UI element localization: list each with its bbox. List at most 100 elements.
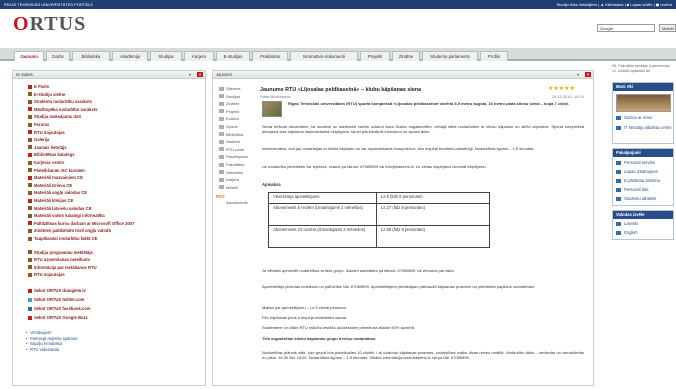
social-link[interactable]: Sekot ORTUS draugiem.lv [28, 288, 86, 293]
tab-parlaments[interactable]: Studentu parlaments [422, 51, 478, 61]
close-icon[interactable]: ✕ [197, 72, 203, 77]
is-link[interactable]: Karjeras centrs [28, 160, 65, 165]
tab-akademija[interactable]: Akadēmija [112, 51, 148, 61]
news-category-item[interactable]: Sports [216, 123, 253, 131]
info-link[interactable]: Informācija par Iestāšanos RTU [28, 265, 97, 270]
footer-bullet-link[interactable]: Pasniegt reģistra spārnas [26, 336, 78, 341]
tab-praktiskas[interactable]: Praktiskās [252, 51, 288, 61]
tab-jaunumi[interactable]: Jaunumi [14, 51, 44, 61]
news-paragraph-8: Studentiem un citām RTU mācību iestāžu a… [262, 325, 416, 330]
news-category-item[interactable]: Pasniegums [216, 153, 253, 161]
info-link[interactable]: Studiju programmu meklētājs [28, 250, 93, 255]
lang-english[interactable]: English [616, 230, 638, 235]
is-link[interactable]: E-studiju vietne [27, 92, 65, 97]
news-headline[interactable]: Jaunums RTU «Lījosalas peldbaseinā» – kl… [260, 87, 490, 93]
prices-label: Apmaksa [262, 182, 281, 187]
lang-latvian[interactable]: Latviski [616, 221, 638, 226]
news-category-item[interactable]: Studijas [216, 93, 253, 101]
social-link[interactable]: Sekot ORTUS Google Buzz [28, 315, 88, 320]
is-link[interactable]: Mācībspēka nodarbību saraksts [28, 107, 98, 112]
top-links[interactable]: Studiju links lietotājiem | ▲ Kārtošana … [556, 2, 672, 7]
tab-karjera[interactable]: Karjera [184, 51, 214, 61]
footer-bullet-link[interactable]: Vecākajiem [26, 330, 52, 335]
table-row: Abonements 10 reizēm (izmantojams 3 mēne… [268, 225, 490, 248]
my-tools-box: Mani rīki [612, 82, 674, 144]
is-link[interactable]: Jaunais lietotājs [28, 145, 67, 150]
footer-bullet-link[interactable]: RTU vidusskola [26, 347, 59, 352]
is-link[interactable]: Forums [27, 122, 49, 127]
is-link[interactable]: Materiāli Krievu CE [27, 183, 72, 188]
tab-zinatne[interactable]: Zinātne [392, 51, 420, 61]
search-button[interactable]: Meklēt [659, 24, 676, 32]
news-category-item[interactable]: RTU pasē [216, 146, 253, 154]
is-link[interactable]: Materiāli ķīmijas CE [27, 198, 73, 203]
rating-stars[interactable]: ★★★★★ [548, 85, 575, 92]
news-paragraph-5: Apmeklētāju plūsmas noteikumi un palīdzī… [262, 284, 536, 289]
news-category-item[interactable]: Sākums [216, 85, 253, 93]
news-category-item[interactable]: Kultūra [216, 115, 253, 123]
ortus-logo[interactable]: ORTUS [13, 13, 86, 36]
news-category-item[interactable]: Meklēt [216, 184, 253, 192]
right-item-service[interactable]: Lapas izkārtojums [616, 169, 658, 174]
social-link[interactable]: Sekot ORTUS twitter.com [28, 297, 85, 302]
is-link[interactable]: Studiju maksājumu dati [27, 114, 81, 119]
close-icon[interactable]: ✕ [585, 72, 591, 77]
right-top-note: 26. Fakultāte studijas ir pievienota 11.… [612, 64, 670, 73]
is-link[interactable]: Zinātnes palīdzīnāts tosti angļu valodā [28, 228, 111, 233]
right-item-service[interactable]: E-pārskata sistēma [616, 178, 660, 183]
is-link[interactable]: Materiāli latviešu valodas CE [28, 206, 92, 211]
is-link[interactable]: Materiāli mazvaiņiem CE [28, 175, 83, 180]
news-header: Jaunumi ▾ ✕ [213, 71, 593, 79]
news-category-item[interactable]: Karjera [216, 176, 253, 184]
news-category-item[interactable]: Sadzīve [216, 138, 253, 146]
is-link[interactable]: Galerija [27, 137, 49, 142]
footer-bullet-link[interactable]: Studiju tematiska [26, 341, 62, 346]
tab-profils[interactable]: Profils [480, 51, 508, 61]
info-link[interactable]: RTU uzņemšanas noteikumi [28, 257, 90, 262]
is-link[interactable]: E Pasts [27, 84, 49, 89]
tab-studijas[interactable]: Studijas [150, 51, 182, 61]
is-link[interactable]: Bibliotēkas katalogs [28, 152, 75, 157]
news-category-item[interactable]: Projekti [216, 108, 253, 116]
right-item-service[interactable]: Studentu atbalsts [616, 196, 656, 201]
news-category-item[interactable]: Zinātne [216, 100, 253, 108]
social-link[interactable]: Sekot ORTUS facebook.com [28, 306, 91, 311]
table-row: Abonements 5 reizēm (izmantojams 2 mēneš… [268, 203, 490, 226]
archive-link[interactable]: Atsvaidzināt [226, 200, 248, 205]
is-link[interactable]: Materiāli valsts katalogi informatīka [28, 213, 105, 218]
tab-darbs[interactable]: Darbs [46, 51, 70, 61]
news-lead: Rīgas Tehniskās universitātes (RTU) spor… [288, 101, 570, 106]
collapse-icon[interactable]: ▾ [189, 72, 195, 77]
tab-projekti[interactable]: Projekti [360, 51, 390, 61]
news-category-item[interactable]: Vestnieks [216, 169, 253, 177]
tab-biblioteka[interactable]: Bibliotēka [72, 51, 110, 61]
rss-link[interactable]: RSS [216, 194, 225, 199]
right-item-contact[interactable]: Saziņa ar mani [616, 115, 652, 120]
table-cell: Ls 27 (līdz 8 personām) [376, 203, 490, 226]
search-engine-select[interactable]: Google [597, 24, 655, 32]
is-link[interactable]: Pieteikšanās ISC kursiem [28, 168, 85, 173]
portal-title: RĪGAS TEHNISKĀS UNIVERSITĀTES PORTĀLS [4, 2, 93, 7]
news-author: Raita Budenkova [260, 94, 291, 99]
services-header: Pakalpojumi [613, 149, 673, 157]
is-link[interactable]: RTU nojautojas [28, 130, 65, 135]
info-link[interactable]: RTU nojautojas [28, 272, 65, 277]
right-item-support[interactable]: IT lietotāju atbalsta centrs [616, 125, 674, 130]
table-row: Vienreizēja apmeklējums Ls 8 (līdz 8 pers… [268, 192, 490, 204]
is-link[interactable]: Palīdzīlīnas kursu darbam ar Microsoft O… [27, 221, 134, 226]
language-header: Valodas izvēle [613, 211, 673, 219]
right-item-service[interactable]: Personāl serviss [616, 160, 655, 165]
is-link[interactable]: Studentu nodarbību saraksts [28, 99, 92, 104]
is-link[interactable]: Materiāli angļu valodas CE [27, 190, 87, 195]
news-paragraph-2: Interesentiem, kuri jau nodarbojas ar kl… [262, 146, 535, 151]
table-cell: Abonements 5 reizēm (izmantojams 2 mēneš… [268, 203, 377, 226]
tab-normativie[interactable]: Normatīvie dokumenti [290, 51, 358, 61]
news-title: Jaunumi [216, 72, 232, 77]
right-item-service[interactable]: Personāl dati [616, 187, 648, 192]
news-category-item[interactable]: Bibliotēka [216, 131, 253, 139]
collapse-icon[interactable]: ▾ [577, 72, 583, 77]
tab-e-studijas[interactable]: E-studijas [216, 51, 250, 61]
logo-prefix: O [13, 13, 30, 35]
news-category-item[interactable]: Fakultātes [216, 161, 253, 169]
is-link[interactable]: Taupīšanās/ nodarbību faktā CE [27, 236, 97, 241]
